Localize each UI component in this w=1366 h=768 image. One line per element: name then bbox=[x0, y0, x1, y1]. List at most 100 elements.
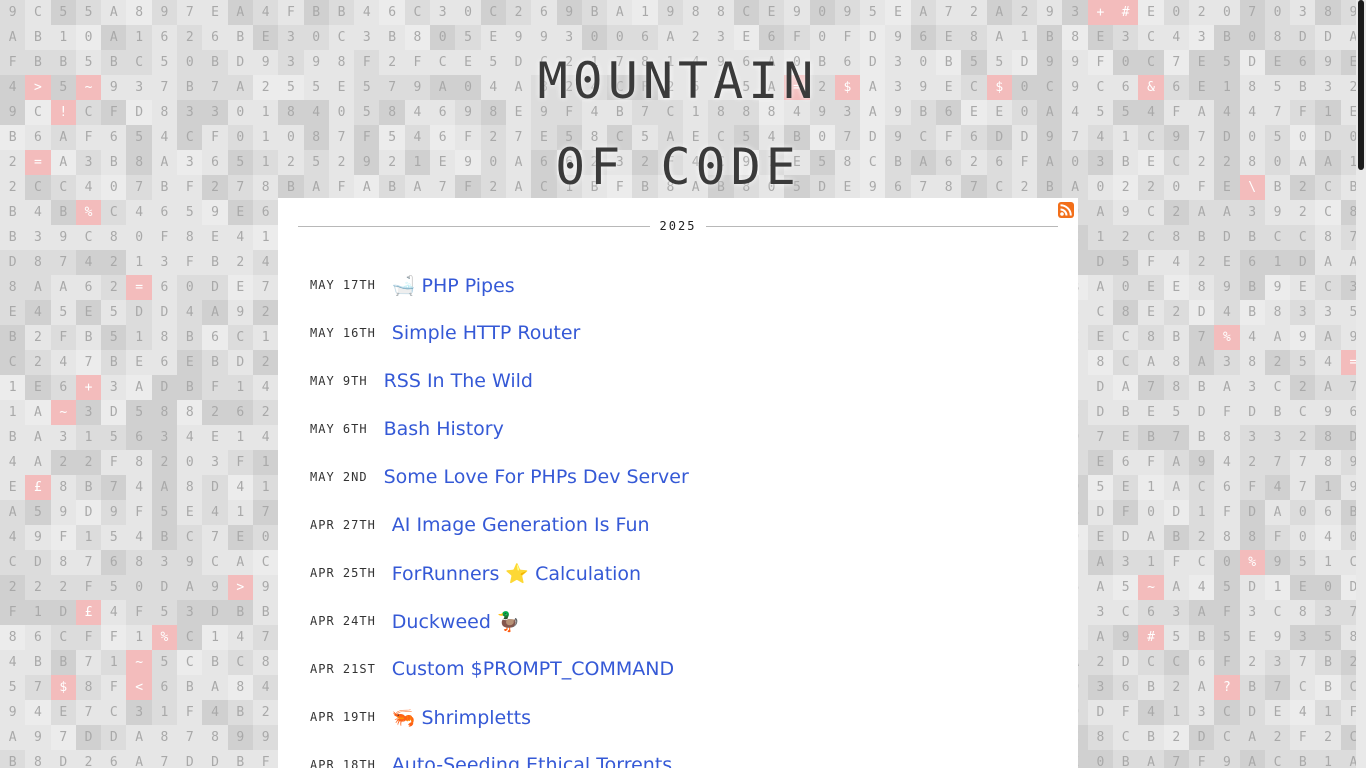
background-glyph: B bbox=[1138, 425, 1164, 450]
background-glyph: D bbox=[1087, 250, 1114, 275]
background-glyph: A bbox=[34, 430, 42, 445]
background-glyph: 4 bbox=[252, 0, 279, 25]
background-glyph: 2 bbox=[50, 450, 76, 475]
background-glyph: 2 bbox=[50, 575, 76, 600]
background-glyph: 3 bbox=[59, 430, 68, 445]
background-glyph: > bbox=[227, 575, 253, 600]
background-glyph: F bbox=[227, 450, 253, 475]
post-link[interactable]: 🦐 Shrimpletts bbox=[392, 706, 531, 729]
background-glyph: 5 bbox=[1172, 630, 1181, 645]
background-glyph: 5 bbox=[1113, 250, 1139, 275]
background-glyph: B bbox=[581, 0, 608, 25]
post-link[interactable]: RSS In The Wild bbox=[384, 370, 533, 392]
background-glyph: F bbox=[1264, 525, 1291, 550]
post-link[interactable]: Custom $PROMPT_COMMAND bbox=[392, 658, 674, 680]
background-glyph: 3 bbox=[109, 380, 118, 395]
background-glyph: 7 bbox=[75, 350, 102, 375]
background-glyph: E bbox=[1163, 275, 1189, 300]
background-glyph: 1 bbox=[75, 425, 102, 450]
background-glyph: C bbox=[1096, 305, 1105, 320]
background-glyph: A bbox=[25, 275, 51, 300]
background-glyph: D bbox=[101, 725, 127, 750]
background-glyph: E bbox=[1138, 275, 1164, 300]
background-glyph: 4 bbox=[135, 530, 144, 545]
post-link[interactable]: AI Image Generation Is Fun bbox=[392, 514, 650, 536]
background-glyph: D bbox=[75, 725, 102, 750]
background-glyph: C bbox=[50, 625, 76, 650]
post-date: APR 19TH bbox=[310, 710, 376, 724]
background-glyph: 4 bbox=[202, 700, 228, 725]
background-glyph: D bbox=[1121, 530, 1130, 545]
background-glyph: 5 bbox=[75, 0, 102, 25]
post-link[interactable]: ForRunners ⭐ Calculation bbox=[392, 562, 641, 585]
background-glyph: 0 bbox=[1315, 575, 1341, 600]
post-link[interactable]: Bash History bbox=[384, 418, 504, 440]
background-glyph: 6 bbox=[1121, 455, 1130, 470]
post-link[interactable]: 🛁 PHP Pipes bbox=[392, 274, 515, 297]
background-glyph: 3 bbox=[151, 550, 178, 575]
background-glyph: 8 bbox=[227, 675, 253, 700]
background-glyph: 7 bbox=[1163, 425, 1189, 450]
scrollbar-thumb[interactable] bbox=[1358, 0, 1364, 170]
background-glyph: 1 bbox=[202, 625, 228, 650]
background-glyph: 8 bbox=[1315, 0, 1341, 25]
background-glyph: 1 bbox=[1138, 550, 1164, 575]
background-glyph: 8 bbox=[261, 655, 270, 670]
background-glyph: E bbox=[1147, 405, 1155, 420]
background-glyph: B bbox=[0, 750, 26, 768]
post-list-item: MAY 9TH RSS In The Wild bbox=[310, 357, 1050, 405]
site-title[interactable]: M0UNTAIN 0F C0DE bbox=[0, 38, 1356, 210]
background-glyph: B bbox=[1239, 675, 1265, 700]
background-glyph: 1 bbox=[126, 325, 152, 350]
background-glyph: 2 bbox=[1188, 250, 1215, 275]
background-glyph: 8 bbox=[1172, 355, 1181, 370]
post-link[interactable]: Some Love For PHPs Dev Server bbox=[384, 466, 689, 488]
background-glyph: 5 bbox=[101, 325, 127, 350]
background-glyph: < bbox=[126, 675, 152, 700]
background-glyph: A bbox=[151, 475, 178, 500]
post-link[interactable]: Auto-Seeding Ethical Torrents bbox=[392, 754, 672, 768]
background-glyph: C bbox=[177, 625, 203, 650]
background-glyph: A bbox=[1239, 725, 1265, 750]
post-link[interactable]: Simple HTTP Router bbox=[392, 322, 581, 344]
background-glyph: B bbox=[1188, 225, 1215, 250]
background-glyph: C bbox=[1138, 650, 1164, 675]
background-glyph: 4 bbox=[1315, 525, 1341, 550]
background-glyph: 0 bbox=[1222, 5, 1231, 20]
background-glyph: 2 bbox=[236, 255, 245, 270]
background-glyph: B bbox=[50, 650, 76, 675]
background-glyph: 8 bbox=[1298, 605, 1307, 620]
background-glyph: E bbox=[885, 0, 911, 25]
background-glyph: 7 bbox=[1264, 450, 1291, 475]
background-glyph: C bbox=[1264, 225, 1291, 250]
background-glyph: A bbox=[1087, 550, 1114, 575]
background-glyph: 6 bbox=[227, 400, 253, 425]
background-glyph: 2 bbox=[101, 250, 127, 275]
background-glyph: A bbox=[1163, 450, 1189, 475]
background-glyph: + bbox=[75, 375, 102, 400]
background-glyph: 8 bbox=[126, 550, 152, 575]
background-glyph: 7 bbox=[1298, 655, 1307, 670]
background-glyph: C bbox=[1273, 605, 1282, 620]
background-glyph: D bbox=[59, 755, 68, 768]
background-glyph: A bbox=[1096, 580, 1105, 595]
background-glyph: 7 bbox=[50, 725, 76, 750]
background-glyph: E bbox=[1113, 475, 1139, 500]
background-glyph: % bbox=[1214, 325, 1240, 350]
background-glyph: 5 bbox=[1113, 575, 1139, 600]
background-glyph: 0 bbox=[1147, 505, 1155, 520]
background-glyph: 1 bbox=[135, 630, 144, 645]
background-glyph: C bbox=[1298, 680, 1307, 695]
background-glyph: ~ bbox=[50, 400, 76, 425]
background-glyph: 9 bbox=[657, 0, 684, 25]
background-glyph: ~ bbox=[1138, 575, 1164, 600]
background-glyph: C bbox=[404, 0, 431, 25]
background-glyph: 3 bbox=[1113, 550, 1139, 575]
page-scrollbar[interactable] bbox=[1356, 0, 1366, 768]
background-glyph: 4 bbox=[261, 380, 270, 395]
background-glyph: 3 bbox=[1324, 305, 1332, 320]
background-glyph: 8 bbox=[59, 480, 68, 495]
rss-feed-icon[interactable] bbox=[1058, 202, 1074, 218]
post-link[interactable]: Duckweed 🦆 bbox=[392, 610, 521, 633]
background-glyph: A bbox=[1324, 255, 1332, 270]
